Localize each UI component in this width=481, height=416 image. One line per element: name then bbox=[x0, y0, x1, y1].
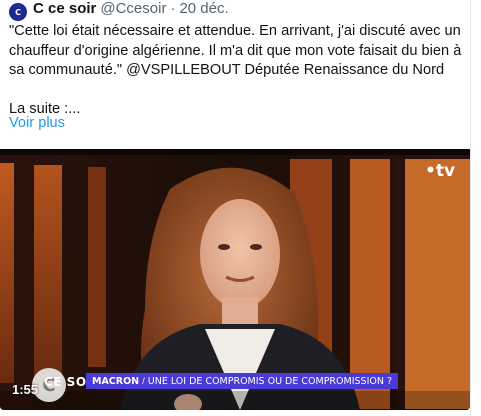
tweet-header: C ce soir @Ccesoir · 20 déc. bbox=[33, 0, 229, 18]
news-banner: MACRON / UNE LOI DE COMPROMIS OU DE COMP… bbox=[86, 373, 399, 389]
banner-title: UNE LOI DE COMPROMIS OU DE COMPROMISSION… bbox=[147, 375, 393, 387]
tweet-card[interactable]: C C ce soir @Ccesoir · 20 déc. "Cette lo… bbox=[0, 0, 470, 416]
banner-keyword: MACRON bbox=[92, 375, 140, 387]
author-handle[interactable]: @Ccesoir bbox=[100, 0, 166, 18]
banner-separator: / bbox=[142, 375, 145, 387]
separator-dot: · bbox=[170, 0, 176, 17]
channel-logo: •tv bbox=[425, 161, 456, 181]
tweet-text: "Cette loi était nécessaire et attendue.… bbox=[9, 23, 462, 117]
tweet-date[interactable]: 20 déc. bbox=[179, 0, 228, 18]
show-more-link[interactable]: Voir plus bbox=[9, 114, 65, 133]
avatar[interactable]: C bbox=[9, 3, 27, 21]
video-duration: 1:55 bbox=[12, 382, 39, 397]
video-frame bbox=[0, 149, 470, 410]
video-player[interactable]: •tv C CE SOIR MACRON / UNE LOI DE COMPRO… bbox=[0, 149, 470, 410]
author-name[interactable]: C ce soir bbox=[33, 0, 96, 18]
column-divider bbox=[470, 0, 471, 416]
avatar-letter: C bbox=[15, 7, 21, 17]
